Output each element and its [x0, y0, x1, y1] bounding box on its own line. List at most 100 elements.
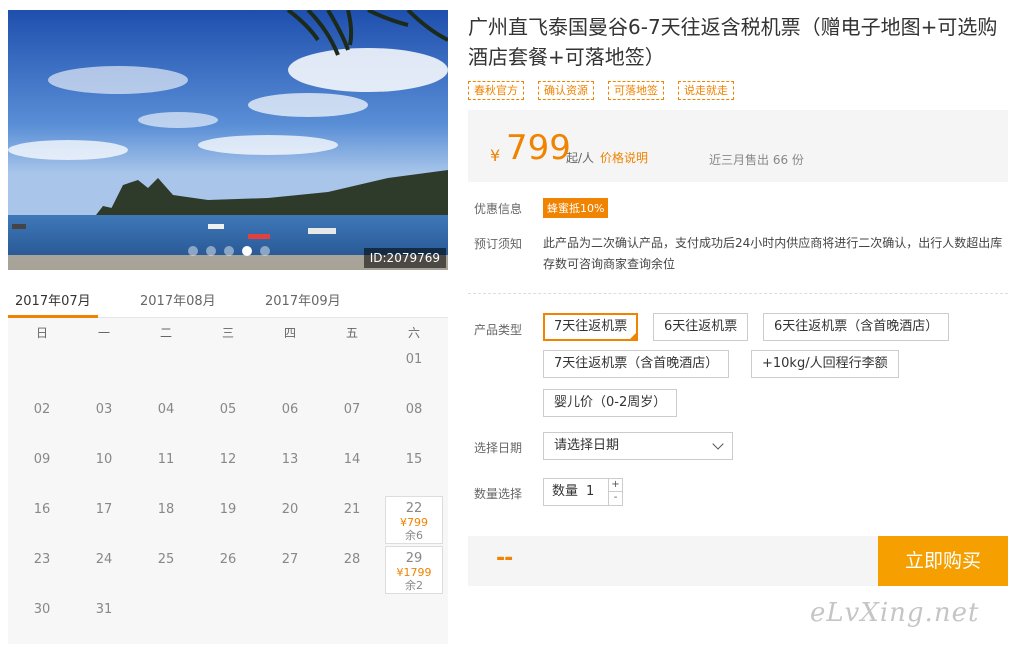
weekday-label: 日 — [35, 326, 48, 340]
day-number: 12 — [219, 452, 237, 467]
calendar-day: 05 — [197, 394, 259, 444]
tag-badge: 确认资源 — [538, 81, 594, 100]
calendar-day: 23 — [11, 544, 73, 594]
tag-badge: 春秋官方 — [468, 81, 524, 100]
day-seats-left: 余6 — [405, 529, 423, 542]
day-number: 13 — [281, 452, 299, 467]
option-infant-price[interactable]: 婴儿价（0-2周岁） — [543, 389, 678, 417]
day-number: 15 — [405, 452, 423, 467]
weekday-label: 二 — [159, 326, 172, 340]
day-number: 09 — [33, 452, 51, 467]
calendar-day: 24 — [73, 544, 135, 594]
calendar-day: 06 — [259, 394, 321, 444]
carousel-dot-active[interactable] — [242, 246, 252, 256]
day-number: 25 — [157, 552, 175, 567]
day-number: 28 — [343, 552, 361, 567]
calendar-day: 13 — [259, 444, 321, 494]
calendar-day: 31 — [73, 594, 135, 644]
month-tabs: 2017年07月 2017年08月 2017年09月 — [8, 284, 448, 318]
calendar-day: 02 — [11, 394, 73, 444]
calendar-day-available[interactable]: 29 ¥1799 余2 — [385, 546, 443, 594]
calendar-day: 04 — [135, 394, 197, 444]
calendar-day: 09 — [11, 444, 73, 494]
day-number: 30 — [33, 602, 51, 617]
photo-id-label: ID:2079769 — [363, 248, 446, 268]
day-number: 11 — [157, 452, 175, 467]
day-number: 10 — [95, 452, 113, 467]
date-select[interactable]: 请选择日期 — [543, 432, 733, 460]
day-price: ¥1799 — [396, 566, 432, 579]
chevron-down-icon — [712, 438, 724, 450]
discount-badge: 蜂蜜抵10% — [543, 198, 609, 218]
tab-month-08[interactable]: 2017年08月 — [140, 290, 216, 309]
day-seats-left: 余2 — [405, 579, 423, 592]
tab-month-09[interactable]: 2017年09月 — [265, 290, 341, 309]
total-bar: -- — [468, 536, 878, 586]
calendar-day: 26 — [197, 544, 259, 594]
carousel-dot[interactable] — [206, 246, 216, 256]
quantity-stepper[interactable]: 数量 1 + - — [543, 478, 623, 506]
day-number: 07 — [343, 402, 361, 417]
weekday-label: 三 — [221, 326, 234, 340]
day-number: 01 — [405, 352, 423, 367]
day-number: 21 — [343, 502, 361, 517]
day-number: 26 — [219, 552, 237, 567]
tag-badge: 可落地签 — [608, 81, 664, 100]
quantity-decrease-button[interactable]: - — [608, 492, 622, 505]
quantity-value[interactable]: 1 — [586, 484, 594, 499]
calendar-day: 15 — [383, 444, 445, 494]
calendar-day: 10 — [73, 444, 135, 494]
carousel-dot[interactable] — [224, 246, 234, 256]
day-number: 31 — [95, 602, 113, 617]
product-title: 广州直飞泰国曼谷6-7天往返含税机票（赠电子地图+可选购酒店套餐+可落地签） — [468, 15, 998, 69]
carousel-dots — [188, 246, 270, 256]
buy-now-button[interactable]: 立即购买 — [878, 536, 1008, 586]
day-number: 24 — [95, 552, 113, 567]
calendar-day: 03 — [73, 394, 135, 444]
calendar-day: 07 — [321, 394, 383, 444]
watermark-logo: eLvXing.net — [810, 598, 980, 628]
option-extra-luggage[interactable]: +10kg/人回程行李额 — [751, 350, 899, 378]
discount-label: 优惠信息 — [474, 202, 523, 216]
option-7day-ticket-hotel[interactable]: 7天往返机票（含首晚酒店） — [543, 350, 730, 378]
option-6day-ticket-hotel[interactable]: 6天往返机票（含首晚酒店） — [763, 313, 950, 341]
date-select-value: 请选择日期 — [554, 438, 620, 453]
quantity-prefix: 数量 — [552, 484, 579, 499]
calendar-day: 19 — [197, 494, 259, 544]
calendar-day: 12 — [197, 444, 259, 494]
day-price: ¥799 — [400, 516, 428, 529]
day-number: 20 — [281, 502, 299, 517]
calendar-day-available[interactable]: 22 ¥799 余6 — [385, 496, 443, 544]
day-number: 18 — [157, 502, 175, 517]
price-explanation-link[interactable]: 价格说明 — [600, 149, 648, 166]
price-unit: 起/人 — [566, 151, 595, 165]
option-6day-ticket[interactable]: 6天往返机票 — [653, 313, 749, 341]
calendar-day: 16 — [11, 494, 73, 544]
calendar-day: 28 — [321, 544, 383, 594]
product-photo[interactable]: ID:2079769 — [8, 10, 448, 270]
product-tags: 春秋官方 确认资源 可落地签 说走就走 — [468, 81, 734, 100]
calendar-day: 11 — [135, 444, 197, 494]
price-panel: ¥ 799 起/人 价格说明 近三月售出 66 份 — [468, 110, 1008, 182]
carousel-dot[interactable] — [188, 246, 198, 256]
day-number: 08 — [405, 402, 423, 417]
calendar-day: 30 — [11, 594, 73, 644]
quantity-label: 数量选择 — [474, 487, 523, 501]
weekday-label: 六 — [407, 326, 420, 340]
calendar-grid: 日 一 二 三 四 五 六 01 02 03 04 05 06 07 08 09 10 11 12 13… — [8, 318, 448, 644]
tab-month-07[interactable]: 2017年07月 — [15, 290, 91, 309]
booking-label: 预订须知 — [474, 237, 523, 251]
quantity-increase-button[interactable]: + — [608, 479, 622, 492]
calendar-day: 08 — [383, 394, 445, 444]
carousel-dot[interactable] — [260, 246, 270, 256]
calendar-day: 25 — [135, 544, 197, 594]
day-number: 17 — [95, 502, 113, 517]
option-7day-ticket[interactable]: 7天往返机票 — [543, 313, 639, 341]
calendar-day: 20 — [259, 494, 321, 544]
weekday-label: 五 — [345, 326, 358, 340]
product-type-label: 产品类型 — [474, 323, 523, 337]
divider — [468, 293, 1008, 294]
booking-note: 此产品为二次确认产品，支付成功后24小时内供应商将进行二次确认，出行人数超出库存… — [543, 236, 1003, 271]
beach-photo — [8, 10, 448, 270]
date-label: 选择日期 — [474, 441, 523, 455]
